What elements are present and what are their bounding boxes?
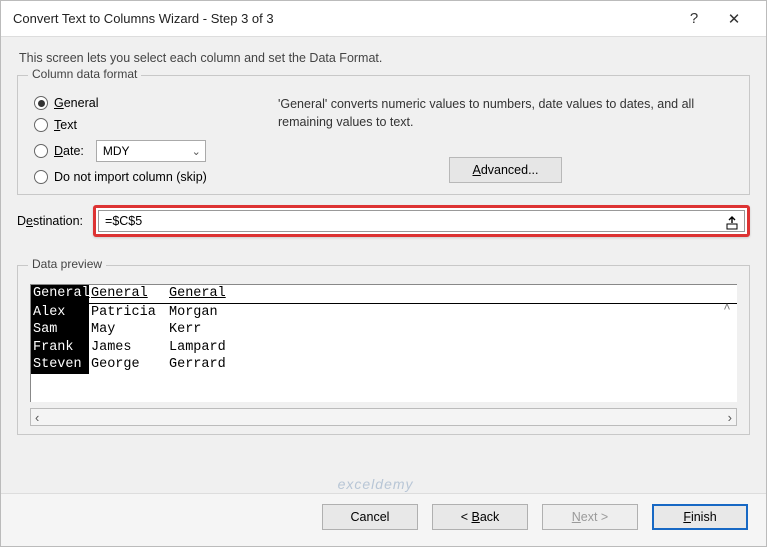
next-button[interactable]: Next > [542,504,638,530]
help-icon[interactable]: ? [674,1,714,37]
window-title: Convert Text to Columns Wizard - Step 3 … [13,11,674,26]
table-cell: Sam [31,321,89,339]
range-picker-icon[interactable] [721,212,743,234]
radio-skip[interactable]: Do not import column (skip) [34,170,254,184]
radio-general[interactable]: General [34,96,254,110]
radio-icon [34,144,48,158]
scroll-up-icon[interactable]: ˄ [719,301,735,317]
table-cell: George [89,356,167,374]
destination-label: Destination: [17,214,83,228]
dialog-window: Convert Text to Columns Wizard - Step 3 … [0,0,767,547]
close-icon[interactable]: ✕ [714,1,754,37]
table-cell: James [89,339,167,357]
radio-general-label: eneral [64,96,99,110]
radio-icon [34,170,48,184]
data-preview-group: Data preview ˄ General General General A… [17,265,750,435]
back-button[interactable]: < Back [432,504,528,530]
table-cell: Frank [31,339,89,357]
table-cell: May [89,321,167,339]
radio-date-label: ate: [63,144,84,158]
data-preview-grid[interactable]: ˄ General General General AlexPatriciaMo… [30,284,737,402]
radio-date[interactable]: Date: MDY ⌄ [34,140,254,162]
col-header-3[interactable]: General [167,285,737,303]
advanced-button[interactable]: Advanced... [449,157,561,183]
titlebar: Convert Text to Columns Wizard - Step 3 … [1,1,766,37]
destination-value: =$C$5 [105,214,142,228]
table-cell: Kerr [167,321,737,339]
table-cell: Morgan [167,304,737,322]
cancel-button[interactable]: Cancel [322,504,418,530]
column-data-format-group: Column data format General Text Date: MD… [17,75,750,195]
scroll-right-icon[interactable]: › [728,410,732,425]
radio-icon [34,118,48,132]
table-cell: Lampard [167,339,737,357]
finish-button[interactable]: Finish [652,504,748,530]
date-format-select[interactable]: MDY ⌄ [96,140,206,162]
col-header-1[interactable]: General [31,285,89,303]
radio-icon [34,96,48,110]
chevron-down-icon: ⌄ [192,145,201,158]
col-header-2[interactable]: General [89,285,167,303]
destination-input[interactable]: =$C$5 [98,210,745,232]
scroll-left-icon[interactable]: ‹ [35,410,39,425]
horizontal-scrollbar[interactable]: ‹ › [30,408,737,426]
preview-title: Data preview [28,257,106,271]
format-note: 'General' converts numeric values to num… [278,96,733,131]
table-cell: Steven [31,356,89,374]
dialog-footer: Cancel < Back Next > Finish [1,493,766,546]
destination-highlight: =$C$5 [93,205,750,237]
group-title: Column data format [28,67,141,81]
table-cell: Patricia [89,304,167,322]
radio-text[interactable]: Text [34,118,254,132]
date-format-value: MDY [103,144,130,158]
radio-skip-label: Do not import column (skip) [54,170,207,184]
radio-text-label: ext [60,118,77,132]
table-cell: Alex [31,304,89,322]
table-cell: Gerrard [167,356,737,374]
